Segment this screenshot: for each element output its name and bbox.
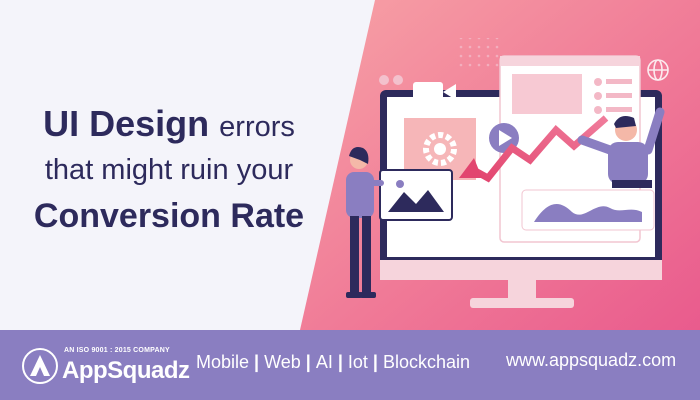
headline-line-3: Conversion Rate xyxy=(33,197,305,235)
wave-chart-icon xyxy=(521,189,655,231)
brand-logo[interactable]: AN ISO 9001 : 2015 COMPANY AppSquadz xyxy=(22,345,190,387)
banner: UI Design errors that might ruin your Co… xyxy=(0,0,700,400)
headline-bold: UI Design xyxy=(43,103,210,144)
headline: UI Design errors that might ruin your Co… xyxy=(14,104,324,237)
website-link[interactable]: www.appsquadz.com xyxy=(506,350,676,371)
services-list: Mobile | Web | AI | Iot | Blockchain xyxy=(196,350,470,374)
headline-line-1: UI Design errors xyxy=(14,104,324,147)
decor-circle xyxy=(393,75,403,85)
brand-tagline: AN ISO 9001 : 2015 COMPANY xyxy=(64,347,170,354)
dot-pattern xyxy=(458,38,504,72)
appsquadz-logo-icon xyxy=(22,348,58,384)
separator: | xyxy=(337,351,343,372)
decor-circle xyxy=(379,75,389,85)
service-item: Iot xyxy=(347,351,368,372)
headline-line-2: that might ruin your xyxy=(44,154,294,186)
service-item: AI xyxy=(315,351,333,372)
separator: | xyxy=(372,351,378,372)
image-card-icon xyxy=(379,169,453,221)
headline-light: errors xyxy=(219,111,295,143)
service-item: Web xyxy=(264,351,301,372)
separator: | xyxy=(305,351,311,372)
service-item: Mobile xyxy=(196,351,250,372)
brand-name: AppSquadz xyxy=(62,357,190,384)
separator: | xyxy=(254,351,260,372)
service-item: Blockchain xyxy=(382,351,470,372)
